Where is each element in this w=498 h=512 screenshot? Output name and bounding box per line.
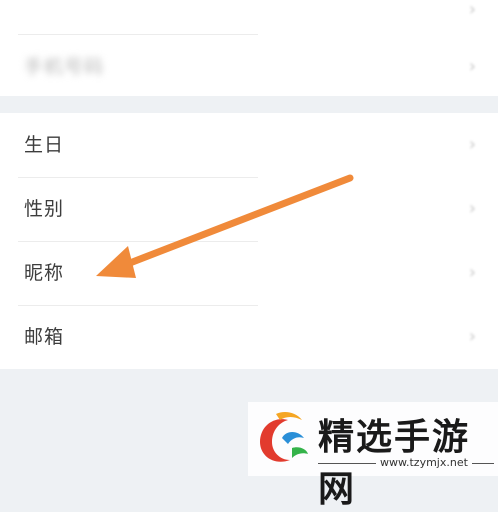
site-watermark: 精选手游网 www.tzymjx.net — [248, 402, 498, 510]
divider — [472, 463, 494, 464]
site-watermark-url: www.tzymjx.net — [380, 456, 468, 469]
site-logo-icon — [260, 412, 308, 462]
divider — [318, 463, 376, 464]
